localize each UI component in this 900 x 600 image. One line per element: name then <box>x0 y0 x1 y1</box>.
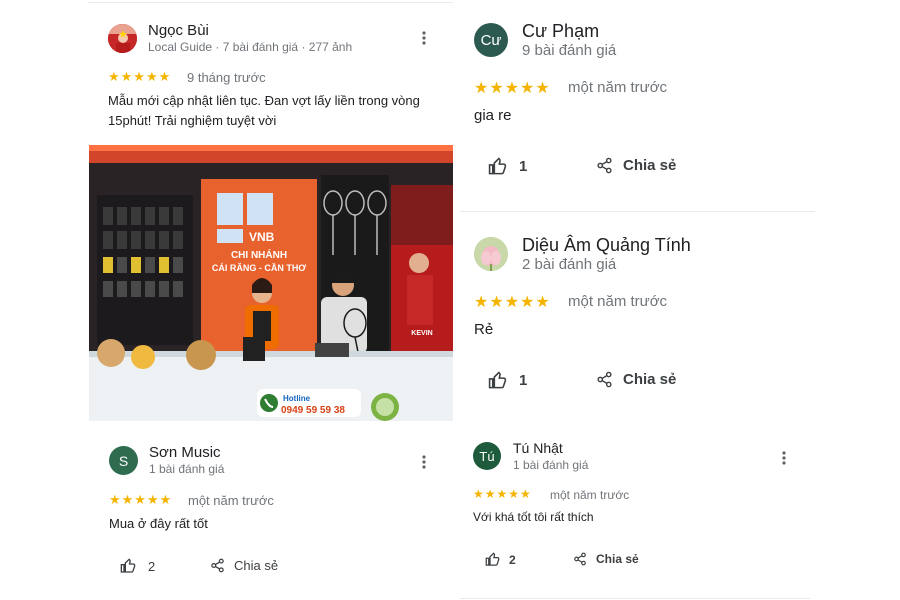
share-icon <box>597 371 612 388</box>
reviewer-meta: 1 bài đánh giá <box>149 462 225 476</box>
review-card-ngoc-bui: Ngọc Bùi Local Guide · 7 bài đánh giá · … <box>0 0 460 430</box>
like-button[interactable]: 1 <box>488 371 527 390</box>
share-button[interactable]: Chia sẻ <box>210 558 278 573</box>
sign-line-2: CÁI RĂNG - CẦN THƠ <box>212 263 306 273</box>
share-button[interactable]: Chia sẻ <box>596 371 676 388</box>
reviewer-name[interactable]: Cư Phạm <box>522 21 599 42</box>
avatar[interactable] <box>474 237 508 271</box>
review-date: một năm trước <box>568 293 668 310</box>
star-rating: ★★★★★ <box>473 487 532 501</box>
thumb-up-icon <box>488 371 507 389</box>
review-text: Rẻ <box>474 321 494 338</box>
like-count: 1 <box>519 158 528 175</box>
more-options-button[interactable] <box>420 454 428 475</box>
lotus-avatar-icon <box>474 237 508 271</box>
avatar[interactable]: S <box>109 446 138 475</box>
more-vert-icon <box>422 455 426 469</box>
review-text: Mua ở đây rất tốt <box>109 516 208 531</box>
avatar[interactable]: Cư <box>474 23 508 57</box>
review-text: Với khá tốt tôi rất thích <box>473 510 594 524</box>
like-button[interactable]: 2 <box>120 558 155 574</box>
reviewer-meta: Local Guide · 7 bài đánh giá · 277 ảnh <box>148 40 353 54</box>
bottom-divider <box>460 598 810 599</box>
poster-name: KEVIN <box>411 330 432 337</box>
share-button[interactable]: Chia sẻ <box>596 157 676 174</box>
hotline-number: 0949 59 59 38 <box>281 405 345 416</box>
avatar[interactable]: Tú <box>473 442 501 470</box>
review-card-cu-pham: Cư Cư Phạm 9 bài đánh giá ★★★★★ một năm … <box>460 0 900 212</box>
like-count: 2 <box>509 552 516 567</box>
store-photo-illustration: VNB CHI NHÁNH CÁI RĂNG - CẦN THƠ KEVIN H… <box>89 145 453 421</box>
sign-line-1: CHI NHÁNH <box>231 248 287 261</box>
thumb-up-icon <box>120 558 136 573</box>
review-card-tu-nhat: Tú Tú Nhật 1 bài đánh giá ★★★★★ một năm … <box>460 432 900 600</box>
reviewer-meta: 1 bài đánh giá <box>513 458 589 472</box>
hotline-label: Hotline <box>283 394 311 403</box>
like-count: 2 <box>148 558 156 574</box>
review-date: một năm trước <box>550 488 630 502</box>
share-label: Chia sẻ <box>623 157 677 174</box>
reviewer-name[interactable]: Diệu Âm Quảng Tính <box>522 235 691 256</box>
reviewer-name[interactable]: Ngọc Bùi <box>148 22 209 39</box>
share-label: Chia sẻ <box>234 558 279 573</box>
review-card-dieu-am-quang-tinh: Diệu Âm Quảng Tính 2 bài đánh giá ★★★★★ … <box>460 212 900 432</box>
avatar-photo-icon <box>108 24 137 53</box>
like-button[interactable]: 1 <box>488 157 527 176</box>
sign-logo: VNB <box>249 230 275 244</box>
avatar-initial: S <box>118 452 129 469</box>
review-text-line-1: Mẫu mới cập nhật liên tục. Đan vợt lấy l… <box>108 93 420 108</box>
more-options-button[interactable] <box>420 30 428 51</box>
share-icon <box>574 552 586 566</box>
share-label: Chia sẻ <box>596 552 639 566</box>
reviewer-meta: 2 bài đánh giá <box>522 256 617 273</box>
like-count: 1 <box>519 372 528 389</box>
more-options-button[interactable] <box>780 450 788 471</box>
review-date: một năm trước <box>568 79 668 96</box>
review-text: gia re <box>474 107 512 124</box>
more-vert-icon <box>422 31 426 45</box>
star-rating: ★★★★★ <box>474 80 551 97</box>
avatar-initial: Tú <box>479 448 495 464</box>
reviewer-name[interactable]: Sơn Music <box>149 444 221 461</box>
share-icon <box>211 558 224 573</box>
review-date: 9 tháng trước <box>187 70 266 85</box>
review-card-son-music: S Sơn Music 1 bài đánh giá ★★★★★ một năm… <box>0 430 460 600</box>
reviewer-name[interactable]: Tú Nhật <box>513 440 563 456</box>
like-button[interactable]: 2 <box>485 552 516 567</box>
avatar[interactable] <box>108 24 137 53</box>
share-label: Chia sẻ <box>623 371 677 388</box>
thumb-up-icon <box>485 552 500 566</box>
star-rating: ★★★★★ <box>109 492 173 507</box>
review-date: một năm trước <box>188 493 274 508</box>
star-rating: ★★★★★ <box>108 69 172 84</box>
thumb-up-icon <box>488 157 507 175</box>
review-photo[interactable]: VNB CHI NHÁNH CÁI RĂNG - CẦN THƠ KEVIN H… <box>89 145 453 421</box>
star-rating: ★★★★★ <box>474 294 551 311</box>
reviewer-meta: 9 bài đánh giá <box>522 42 617 59</box>
more-vert-icon <box>782 451 786 465</box>
avatar-initial: Cư <box>480 31 502 49</box>
share-icon <box>597 157 612 174</box>
review-text-line-2: 15phút! Trải nghiệm tuyệt vời <box>108 113 277 128</box>
share-button[interactable]: Chia sẻ <box>573 552 639 566</box>
